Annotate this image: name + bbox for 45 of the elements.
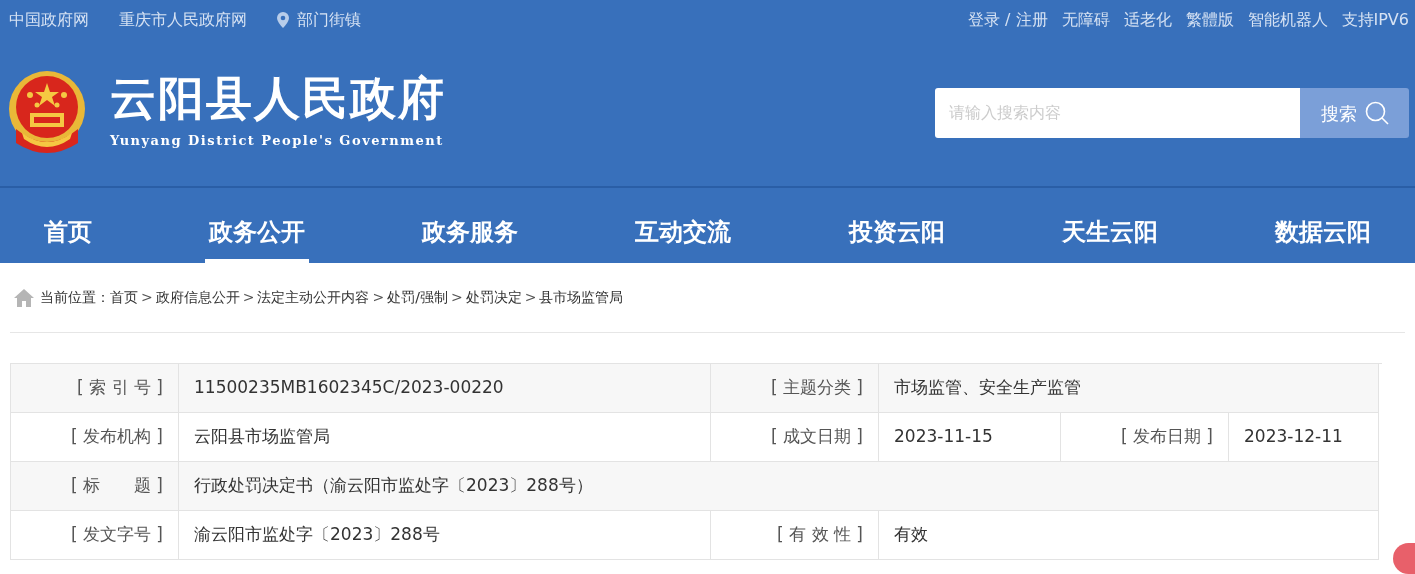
field-label: [ 有 效 性 ] — [711, 511, 879, 560]
breadcrumb-link[interactable]: 处罚/强制 — [387, 287, 448, 308]
field-value: 行政处罚决定书（渝云阳市监处字〔2023〕288号） — [179, 462, 1379, 511]
field-value: 有效 — [879, 511, 1379, 560]
breadcrumb-link[interactable]: 首页 — [110, 287, 138, 308]
site-subtitle: Yunyang District People's Government — [110, 132, 445, 151]
field-label: [ 发文字号 ] — [11, 511, 179, 560]
nav-tab[interactable]: 政务公开 — [205, 188, 310, 263]
nav-tab[interactable]: 互动交流 — [631, 188, 736, 263]
top-link[interactable]: 繁體版 — [1185, 8, 1234, 32]
breadcrumb-link[interactable]: 法定主动公开内容 — [257, 287, 370, 308]
search-icon — [1364, 101, 1389, 125]
breadcrumb-separator: > — [450, 288, 463, 307]
breadcrumb-link[interactable]: 政府信息公开 — [155, 287, 240, 308]
nav-tab[interactable]: 政务服务 — [418, 188, 523, 263]
nav-tab[interactable]: 数据云阳 — [1270, 188, 1375, 263]
field-value: 市场监管、安全生产监管 — [879, 364, 1379, 413]
breadcrumb-separator: > — [141, 288, 153, 307]
site-title: 云阳县人民政府 — [110, 75, 446, 122]
location-pin-icon — [277, 12, 289, 28]
field-label: [ 标 题 ] — [11, 462, 179, 511]
home-icon — [14, 288, 34, 307]
top-link[interactable]: 支持IPV6 — [1341, 8, 1409, 32]
field-value: 渝云阳市监处字〔2023〕288号 — [179, 511, 711, 560]
top-link[interactable]: 智能机器人 — [1247, 8, 1328, 32]
breadcrumb-separator: > — [242, 288, 255, 307]
top-link[interactable]: 适老化 — [1123, 8, 1172, 32]
nav-tab[interactable]: 投资云阳 — [844, 188, 949, 263]
breadcrumb-separator: > — [372, 288, 385, 307]
top-link[interactable]: 登录 / 注册 — [967, 8, 1048, 32]
top-link[interactable]: 中国政府网 — [9, 8, 89, 32]
nav-tab[interactable]: 天生云阳 — [1057, 188, 1162, 263]
department-link[interactable]: 部门街镇 — [297, 8, 361, 32]
floating-button[interactable] — [1393, 543, 1415, 574]
field-label: [ 索 引 号 ] — [11, 364, 179, 413]
breadcrumb-separator: > — [524, 288, 537, 307]
field-label: [ 主题分类 ] — [711, 364, 879, 413]
breadcrumb-link[interactable]: 处罚决定 — [465, 287, 522, 308]
top-link[interactable]: 无障碍 — [1061, 8, 1110, 32]
field-value: 11500235MB1602345C/2023-00220 — [179, 364, 711, 413]
top-link[interactable]: 重庆市人民政府网 — [119, 8, 247, 32]
search-button[interactable]: 搜索 — [1300, 88, 1409, 138]
breadcrumb-link[interactable]: 县市场监管局 — [539, 287, 624, 308]
nav-tab[interactable]: 首页 — [40, 188, 96, 263]
breadcrumb-label: 当前位置： — [40, 288, 110, 307]
